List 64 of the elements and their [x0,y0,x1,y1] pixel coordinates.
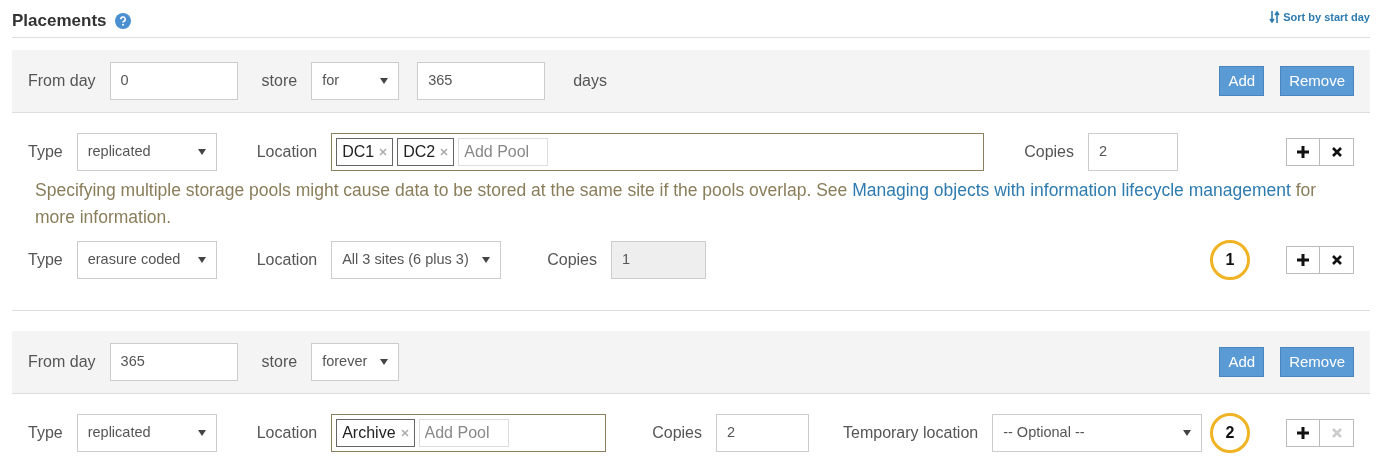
copies-field[interactable]: 2 [716,414,809,452]
field-label: Location [256,250,318,270]
add-pool-field[interactable]: Add Pool [418,419,509,447]
close-icon [1330,146,1343,158]
help-icon [114,12,131,29]
type-select[interactable]: replicated [76,414,217,452]
copies-field: 1 [611,241,706,279]
store-select[interactable]: forever [311,343,400,381]
field-label: Copies [1024,142,1074,162]
caret-icon [1183,430,1192,436]
close-icon [1330,254,1343,266]
add-rule-button[interactable] [1286,419,1320,447]
field-label: Copies [547,250,597,270]
sort-icon [1269,11,1281,24]
plus-icon [1296,145,1310,159]
close-icon [1330,427,1343,439]
pool-field[interactable]: DC1 DC2 Add Pool [331,133,985,171]
field-label: store [261,352,298,372]
field-label: Location [256,423,318,443]
pool-field[interactable]: Archive Add Pool [331,414,607,452]
caret-icon [197,430,206,436]
remove-icon [440,148,449,156]
remove-icon [400,429,409,437]
pool-tag[interactable]: Archive [336,419,415,447]
copies-field[interactable]: 2 [1088,133,1178,171]
field-label: From day [28,71,96,91]
callout-marker: 2 [1210,413,1250,453]
type-select[interactable]: erasure coded [76,241,217,279]
field-label: Copies [652,423,702,443]
add-pool-field[interactable]: Add Pool [458,138,549,166]
from-day-field[interactable]: 365 [109,343,238,381]
plus-icon [1296,426,1310,440]
unit-label: days [573,71,607,91]
field-label: From day [28,352,96,372]
field-label: Type [28,142,63,162]
field-label: Type [28,423,63,443]
store-select[interactable]: for [311,62,400,100]
caret-icon [380,359,389,365]
section-title: Placements [12,9,107,32]
remove-rule-button[interactable] [1320,138,1354,166]
field-label: Location [256,142,318,162]
caret-icon [197,149,206,155]
pool-tag[interactable]: DC1 [336,138,394,166]
add-rule-button[interactable] [1286,138,1320,166]
caret-icon [380,78,389,84]
remove-rule-button[interactable] [1320,246,1354,274]
help-link[interactable]: Managing objects with information lifecycle management [852,180,1291,200]
field-label: Type [28,250,63,270]
duration-field[interactable]: 365 [417,62,546,100]
temporary-location-select[interactable]: -- Optional -- [992,414,1203,452]
location-select[interactable]: All 3 sites (6 plus 3) [331,241,502,279]
type-select[interactable]: replicated [76,133,217,171]
pool-tag[interactable]: DC2 [397,138,455,166]
sort-link[interactable]: Sort by start day [1269,9,1370,26]
caret-icon [482,257,491,263]
plus-icon [1296,253,1310,267]
caret-icon [197,257,206,263]
field-label: store [261,71,298,91]
field-label: Temporary location [843,423,979,443]
remove-icon [379,148,388,156]
callout-marker: 1 [1210,240,1250,280]
warning-message: Specifying multiple storage pools might cause data to be stored at the same site if the pools overlap. See Managing objects with information lifecycle management for more information. [35,179,1318,229]
from-day-field[interactable]: 0 [109,62,238,100]
add-rule-button[interactable] [1286,246,1320,274]
